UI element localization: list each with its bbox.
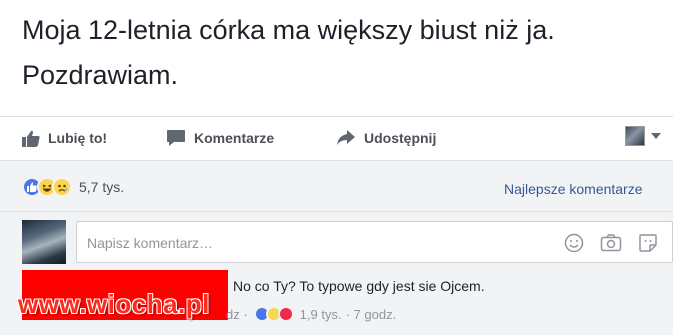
- comment-meta: dz · 1,9 tys. · 7 godz.: [226, 304, 396, 324]
- comment-button[interactable]: Komentarze: [166, 127, 274, 149]
- share-arrow-icon: [337, 130, 355, 145]
- post-text-line-2: Pozdrawiam.: [22, 60, 179, 90]
- comment-meta-prefix: dz ·: [226, 306, 248, 322]
- post-action-bar: Lubię to! Komentarze Udostępnij: [0, 116, 673, 156]
- chevron-down-icon: [651, 133, 661, 139]
- sticker-icon[interactable]: [637, 232, 659, 254]
- comment-label: Komentarze: [194, 130, 275, 146]
- comment-sort-dropdown[interactable]: Najlepsze komentarze: [504, 181, 643, 197]
- comment-reaction-count[interactable]: 1,9 tys.: [300, 307, 342, 322]
- avatar[interactable]: [22, 220, 66, 264]
- reactions-summary[interactable]: 5,7 tys.: [22, 175, 124, 199]
- thumbs-up-icon: [22, 130, 40, 147]
- emoji-icon[interactable]: [563, 232, 585, 254]
- speech-bubble-icon: [167, 130, 185, 146]
- comment-composer[interactable]: [76, 221, 673, 263]
- composer-icons: [563, 232, 673, 254]
- comment-time[interactable]: · 7 godz.: [346, 307, 397, 322]
- share-label: Udostępnij: [364, 130, 437, 146]
- like-label: Lubię to!: [48, 130, 108, 146]
- post-as-selector[interactable]: [625, 126, 661, 146]
- comment-text: No co Ty? To typowe gdy jest sie Ojcem.: [233, 278, 485, 294]
- angry-icon: [277, 306, 294, 322]
- comment-input[interactable]: [87, 232, 547, 254]
- viewer-avatar: [625, 126, 645, 146]
- camera-icon[interactable]: [600, 232, 622, 254]
- sad-icon: [52, 177, 72, 197]
- post-text: Moja 12-letnia córka ma większy biust ni…: [22, 8, 673, 98]
- like-button[interactable]: Lubię to!: [22, 127, 107, 149]
- watermark: www.wiocha.pl: [18, 289, 210, 319]
- reaction-count: 5,7 tys.: [79, 179, 125, 195]
- share-button[interactable]: Udostępnij: [336, 127, 436, 149]
- post-text-line-1: Moja 12-letnia córka ma większy biust ni…: [22, 15, 555, 45]
- divider: [0, 211, 673, 212]
